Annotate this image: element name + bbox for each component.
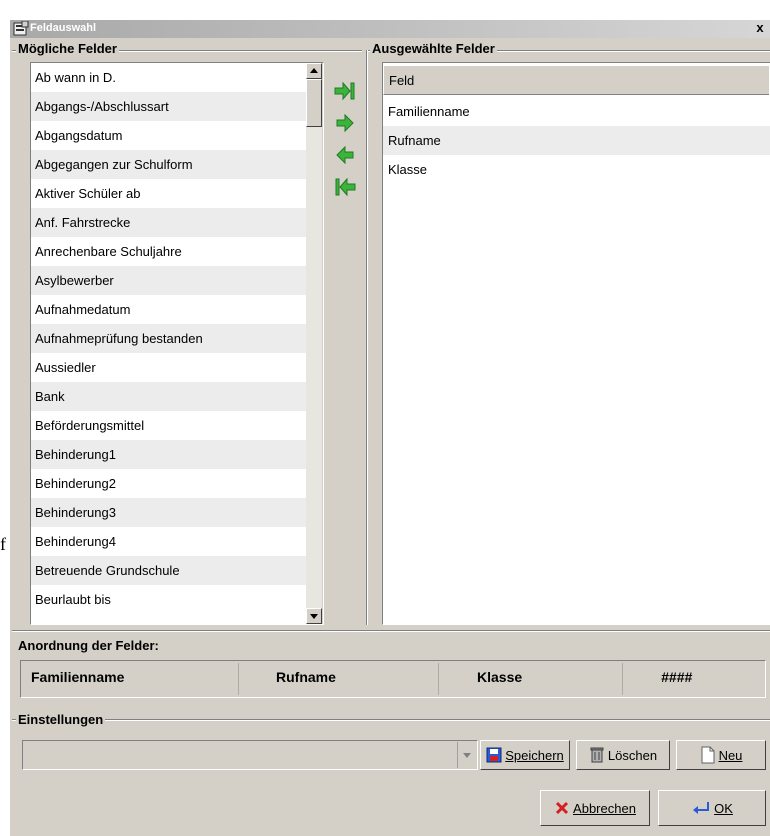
ok-button[interactable]: OK bbox=[658, 790, 766, 826]
save-button[interactable]: Speichern bbox=[480, 740, 570, 770]
scroll-up-button[interactable] bbox=[306, 63, 322, 79]
list-item[interactable]: Beförderungsmittel bbox=[31, 411, 306, 440]
list-item[interactable]: Familienname bbox=[383, 97, 770, 126]
settings-label: Einstellungen bbox=[16, 712, 106, 727]
list-item[interactable]: Abgegangen zur Schulform bbox=[31, 150, 306, 179]
new-button[interactable]: Neu bbox=[676, 740, 766, 770]
cancel-label: Abbrechen bbox=[573, 800, 636, 816]
add-all-icon bbox=[334, 81, 355, 101]
window-title: Feldauswahl bbox=[30, 22, 97, 34]
list-item[interactable]: Ab wann in D. bbox=[31, 63, 306, 92]
ok-label: OK bbox=[714, 800, 733, 816]
available-fields-list[interactable]: Ab wann in D. Abgangs-/Abschlussart Abga… bbox=[31, 63, 306, 624]
arrangement-divider bbox=[12, 630, 770, 632]
remove-all-button[interactable] bbox=[332, 174, 358, 200]
column-separator bbox=[622, 663, 623, 695]
arrangement-column-2[interactable]: Rufname bbox=[276, 669, 336, 685]
list-item[interactable]: Aufnahmeprüfung bestanden bbox=[31, 324, 306, 353]
list-item[interactable]: Bank bbox=[31, 382, 306, 411]
remove-all-icon bbox=[335, 177, 356, 197]
arrangement-column-4[interactable]: #### bbox=[661, 669, 692, 685]
add-button[interactable] bbox=[332, 110, 358, 136]
list-item[interactable]: Behinderung3 bbox=[31, 498, 306, 527]
list-item[interactable]: Rufname bbox=[383, 126, 770, 155]
list-item[interactable]: Anrechenbare Schuljahre bbox=[31, 237, 306, 266]
selected-fields-label: Ausgewählte Felder bbox=[370, 41, 497, 56]
settings-divider bbox=[12, 719, 770, 721]
list-item[interactable]: Klasse bbox=[383, 155, 770, 184]
list-item[interactable]: Abgangsdatum bbox=[31, 121, 306, 150]
x-cross-icon bbox=[555, 801, 569, 815]
list-item[interactable]: Behinderung4 bbox=[31, 527, 306, 556]
delete-label: Löschen bbox=[607, 747, 658, 763]
list-item[interactable]: Betreuende Grundschule bbox=[31, 556, 306, 585]
arrangement-column-3[interactable]: Klasse bbox=[477, 669, 522, 685]
column-header-feld[interactable]: Feld bbox=[383, 65, 769, 95]
arrangement-column-1[interactable]: Familienname bbox=[31, 669, 124, 685]
chevron-up-icon bbox=[310, 68, 318, 73]
available-scrollbar[interactable] bbox=[306, 63, 322, 624]
list-item[interactable]: Aussiedler bbox=[31, 353, 306, 382]
remove-button[interactable] bbox=[332, 142, 358, 168]
list-item[interactable]: Behinderung2 bbox=[31, 469, 306, 498]
selected-fields-list[interactable]: Feld Familienname Rufname Klasse bbox=[383, 63, 770, 624]
new-document-icon bbox=[701, 746, 715, 764]
arrangement-header: Familienname Rufname Klasse #### bbox=[20, 660, 766, 698]
remove-icon bbox=[336, 145, 354, 165]
stray-text: f bbox=[0, 534, 6, 554]
trash-can-icon bbox=[590, 747, 604, 763]
list-item[interactable]: Anf. Fahrstrecke bbox=[31, 208, 306, 237]
close-icon[interactable]: x bbox=[753, 21, 767, 35]
list-item[interactable]: Asylbewerber bbox=[31, 266, 306, 295]
chevron-down-icon bbox=[310, 614, 318, 619]
combo-dropdown-button[interactable] bbox=[457, 742, 476, 768]
list-item[interactable]: Beurlaubt bis bbox=[31, 585, 306, 614]
chevron-down-icon bbox=[463, 753, 471, 758]
list-item[interactable]: Aufnahmedatum bbox=[31, 295, 306, 324]
window-app-icon bbox=[13, 21, 29, 36]
scroll-down-button[interactable] bbox=[306, 608, 322, 624]
column-separator bbox=[238, 663, 239, 695]
title-bar: Feldauswahl x bbox=[10, 20, 770, 38]
available-fields-label: Mögliche Felder bbox=[16, 41, 119, 56]
floppy-disk-icon bbox=[486, 747, 502, 763]
cancel-button[interactable]: Abbrechen bbox=[540, 790, 650, 826]
delete-button[interactable]: Löschen bbox=[576, 740, 670, 770]
column-separator bbox=[438, 663, 439, 695]
list-item[interactable]: Aktiver Schüler ab bbox=[31, 179, 306, 208]
selected-group-left-border bbox=[366, 50, 368, 625]
add-all-button[interactable] bbox=[332, 78, 358, 104]
enter-arrow-icon bbox=[693, 802, 710, 814]
arrangement-label: Anordnung der Felder: bbox=[16, 638, 161, 653]
settings-combo[interactable] bbox=[22, 740, 478, 770]
list-item[interactable]: Abgangs-/Abschlussart bbox=[31, 92, 306, 121]
scroll-thumb[interactable] bbox=[306, 79, 322, 127]
save-label: Speichern bbox=[505, 747, 564, 763]
feldauswahl-window: Feldauswahl x Mögliche Felder Ab wann in… bbox=[10, 20, 770, 836]
list-item[interactable]: Behinderung1 bbox=[31, 440, 306, 469]
new-label: Neu bbox=[718, 747, 743, 763]
add-icon bbox=[336, 113, 354, 133]
